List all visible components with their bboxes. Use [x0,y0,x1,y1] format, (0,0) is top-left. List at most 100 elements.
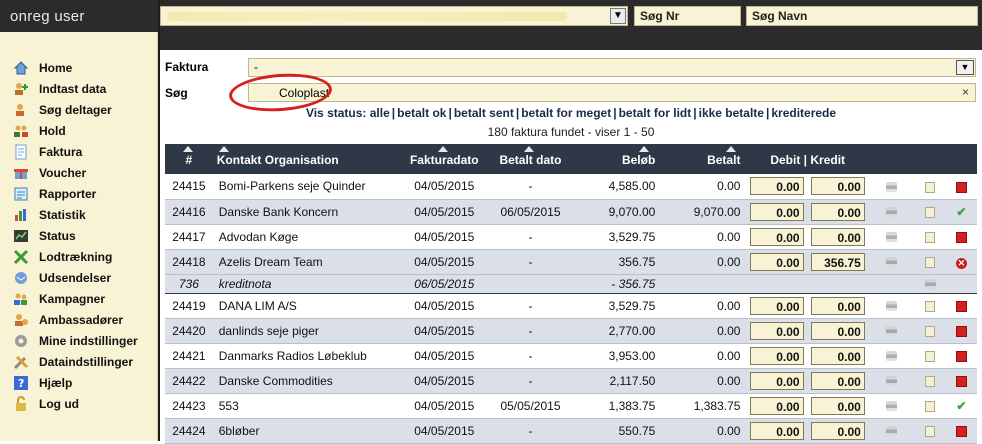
unpaid-status-icon[interactable] [955,375,967,387]
print-icon[interactable] [886,351,898,362]
print-icon[interactable] [886,301,898,312]
print-icon[interactable] [886,401,898,412]
debit-input[interactable]: 0.00 [749,252,804,271]
sidebar-item-ambassadører[interactable]: Ambassadører [0,309,157,330]
status-link[interactable]: betalt for meget [521,106,611,120]
sidebar-item-hjælp[interactable]: ? Hjælp [0,372,157,393]
debit-input[interactable]: 0.00 [749,296,804,315]
unpaid-status-icon[interactable] [955,350,967,362]
credit-input[interactable]: 356.75 [810,252,865,271]
table-row[interactable]: 24416 Danske Bank Koncern 04/05/2015 06/05/… [165,199,977,225]
search-number-input[interactable]: Søg Nr [634,6,741,26]
print-icon[interactable] [886,376,898,387]
unpaid-status-icon[interactable] [955,181,967,193]
sidebar-item-indtast-data[interactable]: Indtast data [0,78,157,99]
print-icon[interactable] [886,207,898,218]
clear-icon[interactable]: × [962,85,969,99]
credit-input[interactable]: 0.00 [810,202,865,221]
sidebar-item-hold[interactable]: Hold [0,120,157,141]
status-link[interactable]: ikke betalte [699,106,764,120]
invoice-number[interactable]: 24421 [165,343,213,369]
debit-input[interactable]: 0.00 [749,202,804,221]
invoice-number[interactable]: 24416 [165,199,213,225]
print-icon[interactable] [886,232,898,243]
chevron-down-icon[interactable]: ▼ [956,60,974,75]
credit-input[interactable]: 0.00 [810,321,865,340]
invoice-number[interactable]: 24418 [165,249,213,275]
col-invoice-date[interactable]: Fakturadato [399,144,489,174]
document-icon[interactable] [925,300,936,312]
document-icon[interactable] [925,425,936,437]
debit-input[interactable]: 0.00 [749,321,804,340]
cancel-circle-icon[interactable]: ✕ [955,257,967,269]
invoice-number[interactable]: 24424 [165,418,213,444]
debit-input[interactable]: 0.00 [749,371,804,390]
table-row[interactable]: 24418 Azelis Dream Team 04/05/2015-356.75 0… [165,249,977,275]
status-link[interactable]: betalt sent [454,106,514,120]
sidebar-item-log-ud[interactable]: Log ud [0,393,157,414]
table-row[interactable]: 24423 553 04/05/2015 05/05/2015 1,383.75 1,38… [165,393,977,419]
debit-input[interactable]: 0.00 [749,227,804,246]
invoice-number[interactable]: 24419 [165,293,213,319]
unpaid-status-icon[interactable] [955,425,967,437]
col-amount[interactable]: Beløb [572,144,662,174]
print-icon[interactable] [924,279,936,290]
search-name-input[interactable]: Søg Navn [746,6,978,26]
table-row[interactable]: 24421 Danmarks Radios Løbeklub 04/05/2015-… [165,343,977,369]
document-icon[interactable] [925,350,936,362]
credit-input[interactable]: 0.00 [810,296,865,315]
credit-input[interactable]: 0.00 [810,177,865,196]
unpaid-status-icon[interactable] [955,325,967,337]
document-icon[interactable] [925,325,936,337]
debit-input[interactable]: 0.00 [749,396,804,415]
chevron-down-icon[interactable]: ▼ [610,8,626,24]
document-icon[interactable] [925,256,936,268]
col-paid-date[interactable]: Betalt dato [488,144,572,174]
print-icon[interactable] [886,426,898,437]
invoice-number[interactable]: 24420 [165,318,213,344]
credit-input[interactable]: 0.00 [810,371,865,390]
sidebar-item-kampagner[interactable]: Kampagner [0,288,157,309]
table-row[interactable]: 24422 Danske Commodities 04/05/2015-2,117.… [165,368,977,394]
document-icon[interactable] [925,375,936,387]
table-row[interactable]: 24415 Bomi-Parkens seje Quinder 04/05/2015… [165,174,977,200]
sidebar-item-faktura[interactable]: Faktura [0,141,157,162]
invoice-number[interactable]: 736 [165,274,213,294]
credit-input[interactable]: 0.00 [810,346,865,365]
faktura-select[interactable]: - ▼ [248,58,976,77]
table-row[interactable]: 24417 Advodan Køge 04/05/2015-3,529.75 0.00… [165,224,977,250]
checkmark-icon[interactable]: ✔ [956,399,966,413]
sidebar-item-søg-deltager[interactable]: Søg deltager [0,99,157,120]
credit-input[interactable]: 0.00 [810,227,865,246]
sidebar-item-mine-indstillinger[interactable]: Mine indstillinger [0,330,157,351]
unpaid-status-icon[interactable] [955,300,967,312]
table-row[interactable]: 24420 danlinds seje piger 04/05/2015-2,770… [165,318,977,344]
sidebar-item-status[interactable]: Status [0,225,157,246]
invoice-number[interactable]: 24422 [165,368,213,394]
debit-input[interactable]: 0.00 [749,421,804,440]
col-organisation[interactable]: Kontakt Organisation [212,144,400,174]
unpaid-status-icon[interactable] [955,231,967,243]
table-row[interactable]: 24419 DANA LIM A/S 04/05/2015-3,529.75 0.00… [165,293,977,319]
status-link[interactable]: betalt ok [397,106,446,120]
search-input[interactable]: Coloplast × [248,83,976,102]
debit-input[interactable]: 0.00 [749,177,804,196]
status-link[interactable]: betalt for lidt [619,106,692,120]
credit-note-row[interactable]: 736 kreditnota 06/05/2015 - 356.75 [165,274,977,294]
sidebar-item-rapporter[interactable]: Rapporter [0,183,157,204]
credit-input[interactable]: 0.00 [810,396,865,415]
print-icon[interactable] [886,182,898,193]
invoice-number[interactable]: 24415 [165,174,213,200]
checkmark-icon[interactable]: ✔ [956,205,966,219]
sidebar-item-udsendelser[interactable]: Udsendelser [0,267,157,288]
event-select[interactable]: ▼ [160,6,628,26]
status-link[interactable]: alle [370,106,390,120]
status-link[interactable]: krediterede [771,106,836,120]
invoice-number[interactable]: 24417 [165,224,213,250]
document-icon[interactable] [925,400,936,412]
document-icon[interactable] [925,181,936,193]
col-number[interactable]: # [165,144,213,174]
credit-input[interactable]: 0.00 [810,421,865,440]
document-icon[interactable] [925,206,936,218]
sidebar-item-dataindstillinger[interactable]: Dataindstillinger [0,351,157,372]
